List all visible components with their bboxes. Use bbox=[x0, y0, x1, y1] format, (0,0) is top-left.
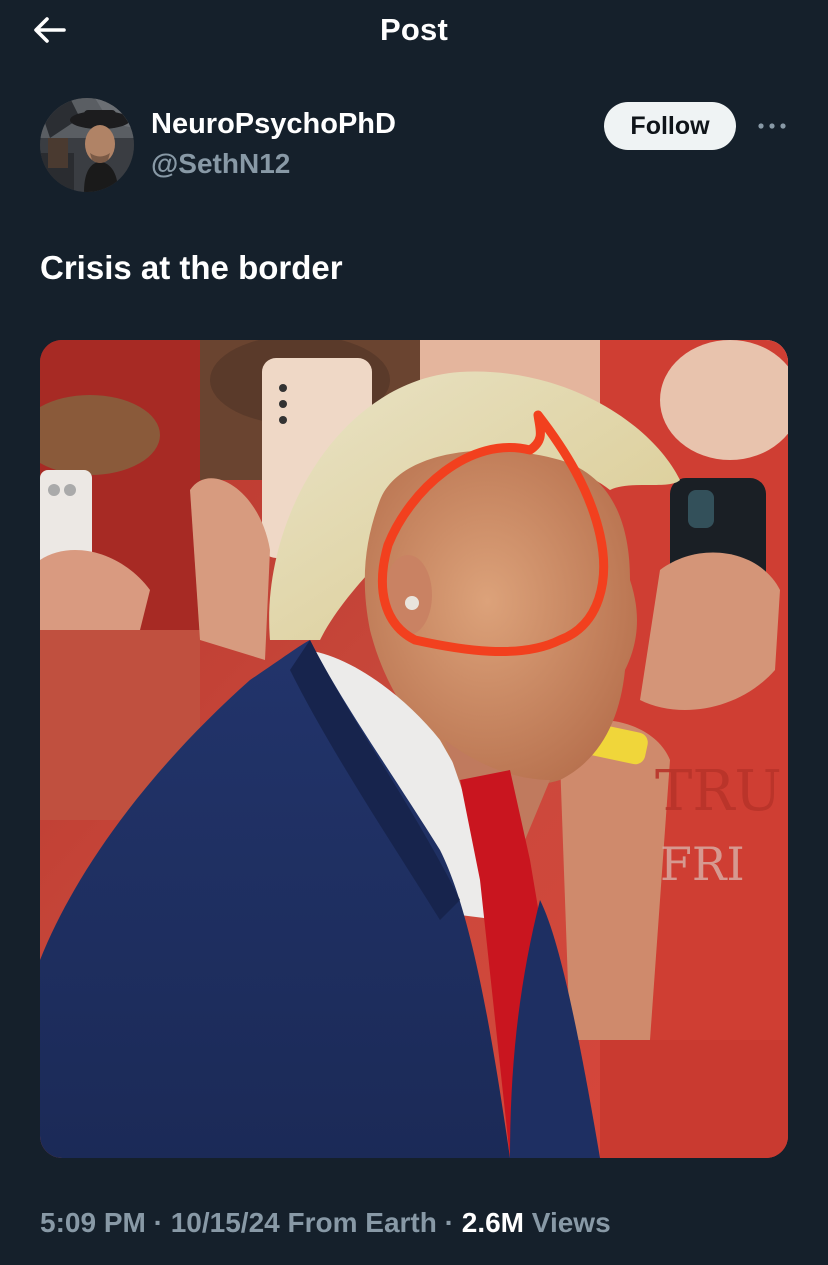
svg-text:FRI: FRI bbox=[660, 837, 745, 891]
meta-separator: · bbox=[153, 1207, 163, 1238]
avatar[interactable] bbox=[40, 98, 134, 192]
post-image[interactable]: TRU FRI bbox=[40, 340, 788, 1158]
views-label[interactable]: Views bbox=[532, 1207, 611, 1238]
author-display-name[interactable]: NeuroPsychoPhD bbox=[151, 108, 396, 141]
post-metadata: 5:09 PM · 10/15/24 From Earth · 2.6M Vie… bbox=[40, 1207, 611, 1239]
post-text: Crisis at the border bbox=[40, 249, 343, 286]
svg-text:TRU: TRU bbox=[655, 759, 782, 824]
author-handle[interactable]: @SethN12 bbox=[151, 148, 290, 180]
post-date[interactable]: 10/15/24 bbox=[171, 1207, 280, 1238]
follow-button[interactable]: Follow bbox=[604, 102, 736, 150]
post-author: NeuroPsychoPhD @SethN12 Follow bbox=[40, 98, 800, 198]
more-horizontal-icon bbox=[758, 123, 786, 129]
meta-separator: · bbox=[444, 1207, 454, 1238]
more-options-button[interactable] bbox=[754, 106, 790, 146]
post-page: Post NeuroPsychoPhD @SethN12 Follow Cris… bbox=[0, 0, 828, 1265]
post-source: From Earth bbox=[287, 1207, 437, 1238]
photo: TRU FRI bbox=[40, 340, 788, 1158]
views-count[interactable]: 2.6M bbox=[462, 1207, 524, 1238]
top-bar: Post bbox=[0, 0, 828, 62]
page-title: Post bbox=[380, 12, 448, 47]
post-time[interactable]: 5:09 PM bbox=[40, 1207, 146, 1238]
